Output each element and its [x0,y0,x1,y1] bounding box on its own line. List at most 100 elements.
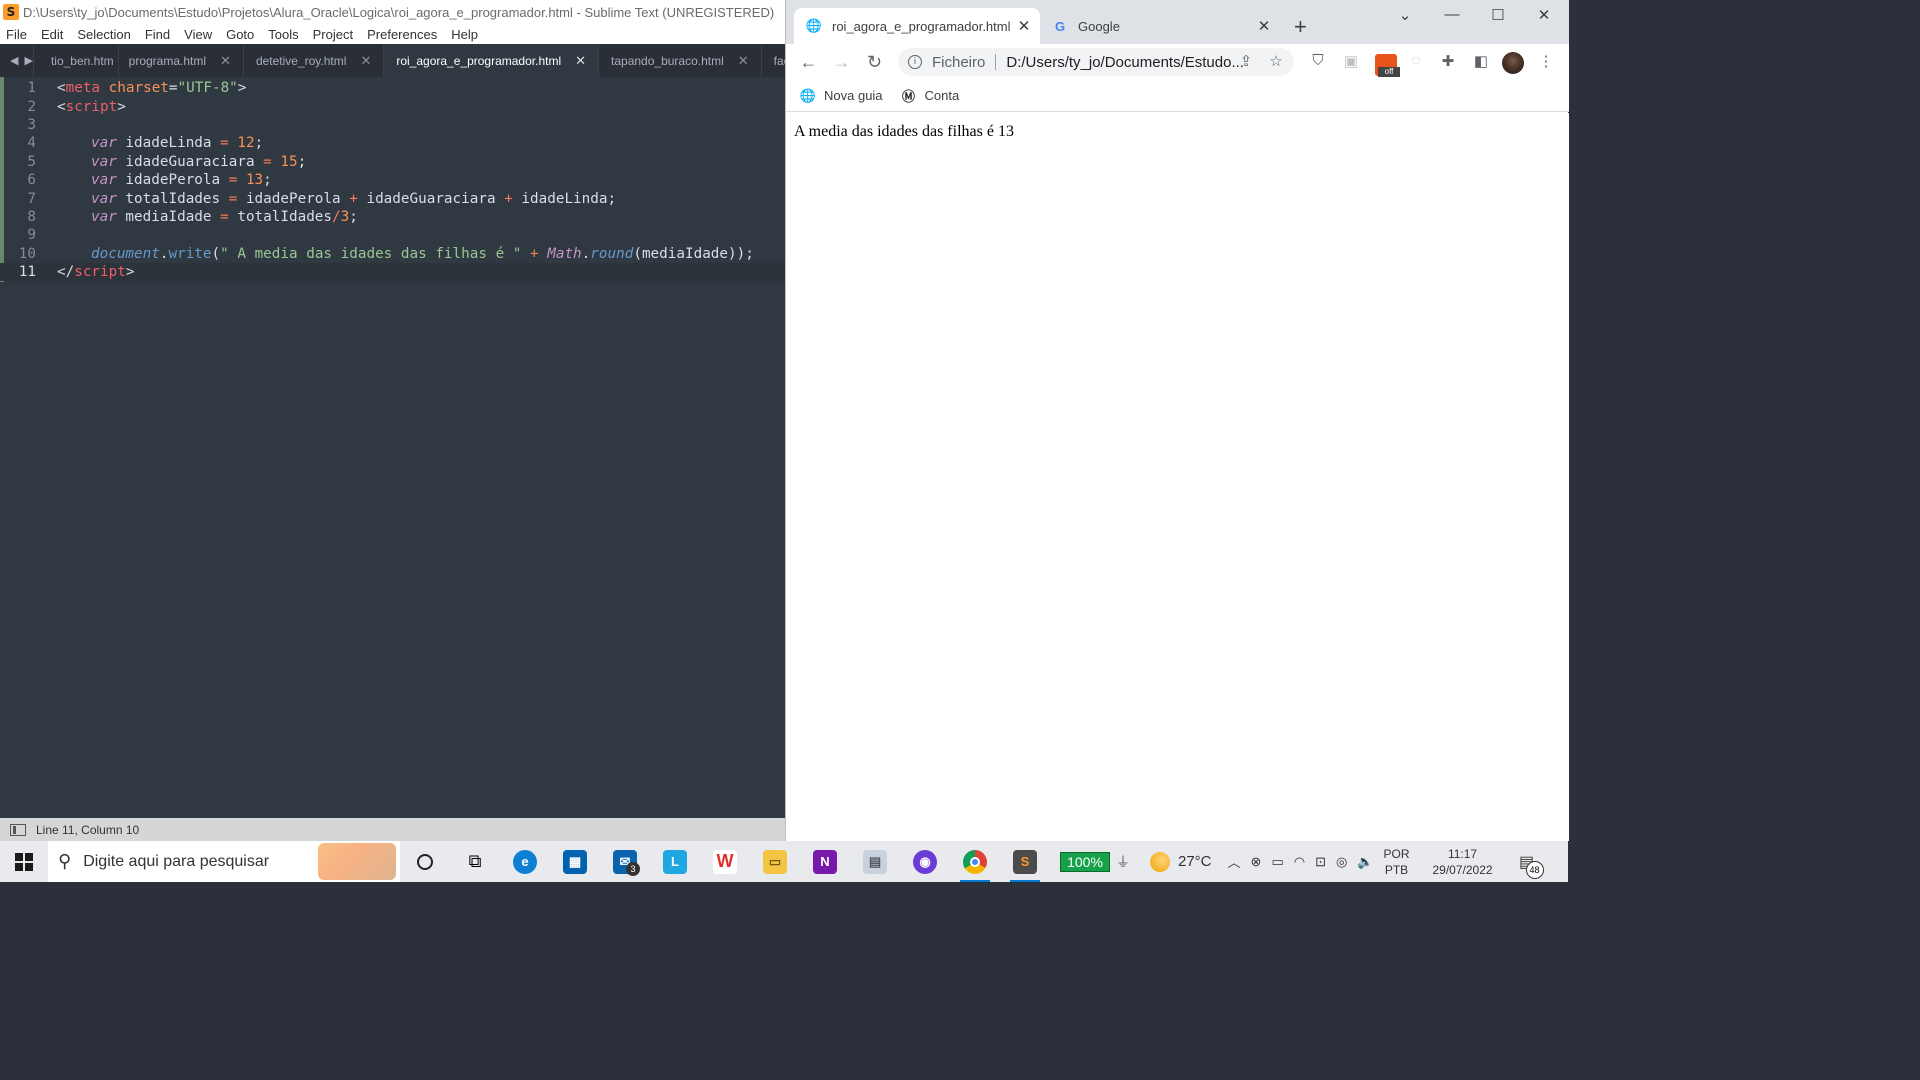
line-number: 4 [27,135,36,152]
edge-icon[interactable]: e [500,841,550,882]
back-icon[interactable]: ← [792,52,825,73]
close-icon[interactable]: ✕ [1012,17,1036,35]
address-bar[interactable]: i Ficheiro D:/Users/ty_jo/Documents/Estu… [898,48,1294,76]
taskbar-search[interactable]: ⚲ Digite aqui para pesquisar [48,841,400,882]
code-line: 5 var idadeGuaraciara = 15; [0,153,785,171]
sidebar-toggle-icon[interactable] [10,823,26,836]
bookmark-star-icon[interactable]: ☆ [1266,52,1286,70]
minimize-icon[interactable]: — [1429,6,1475,23]
battery-indicator[interactable]: 100% [1060,851,1110,872]
page-output-text: A media das idades das filhas é 13 [794,123,1014,140]
cortana-icon[interactable] [400,841,450,882]
battery-icon[interactable]: ▭ [1271,854,1283,870]
info-icon[interactable]: i [908,55,922,69]
file-explorer-icon[interactable]: ▭ [750,841,800,882]
code-editor[interactable]: 1 <meta charset="UTF-8"> 2 <script> 3 4 … [0,77,785,818]
code-line: 8 var mediaIdade = totalIdades/3; [0,208,785,226]
tab-search-icon[interactable]: ⌄ [1382,6,1428,24]
maximize-icon[interactable]: ☐ [1475,6,1521,24]
shield-extension-icon[interactable]: ⛉ [1308,52,1328,69]
bookmark-nova-guia[interactable]: 🌐 Nova guia [800,88,883,104]
line-number: 1 [27,80,36,97]
mail-icon[interactable]: ✉ 3 [600,841,650,882]
tab-next-icon[interactable]: ▶ [24,54,32,67]
google-icon: G [1054,18,1066,34]
l-app-icon[interactable]: L [650,841,700,882]
close-icon[interactable]: ✕ [360,53,371,69]
clock-date: 29/07/2022 [1432,862,1493,877]
menu-project[interactable]: Project [313,27,353,42]
messenger-icon[interactable]: ◉ [900,841,950,882]
webcam-icon[interactable]: ◎ [1336,854,1347,870]
close-icon[interactable]: ✕ [575,53,586,69]
menu-preferences[interactable]: Preferences [367,27,437,42]
chrome-tab-google[interactable]: G Google ✕ [1040,8,1280,44]
share-icon[interactable]: ⇪ [1236,52,1256,70]
tab-tapando-buraco[interactable]: tapando_buraco.html ✕ [598,44,761,77]
tab-tio-ben[interactable]: tio_ben.htm [32,44,118,77]
reload-icon[interactable]: ↻ [858,52,891,73]
forward-icon[interactable]: → [825,52,858,73]
menu-edit[interactable]: Edit [41,27,63,42]
chrome-tab-active[interactable]: 🌐 roi_agora_e_programador.html ✕ [794,8,1040,44]
menu-help[interactable]: Help [451,27,478,42]
extension-icon[interactable]: ◌ [1406,52,1426,69]
tab-detetive-roy[interactable]: detetive_roy.html ✕ [242,44,383,77]
start-button[interactable] [0,841,48,882]
weather-icon [1150,851,1170,872]
search-highlight-art [318,843,396,880]
avatar[interactable] [1502,52,1524,74]
wifi-icon[interactable]: ◠ [1294,854,1305,870]
weather-widget[interactable]: 27°C [1150,851,1212,872]
search-icon: ⚲ [58,851,72,871]
display-icon[interactable]: ⊡ [1315,854,1326,870]
close-icon[interactable]: ✕ [738,53,749,69]
network-error-icon[interactable]: ⊗ [1251,854,1262,870]
tab-programa[interactable]: programa.html ✕ [117,44,243,77]
bookmark-conta[interactable]: Ⓜ Conta [901,88,959,104]
puzzle-icon[interactable]: ✚ [1438,52,1458,70]
menu-selection[interactable]: Selection [77,27,130,42]
onenote-icon[interactable]: N [800,841,850,882]
menubar: File Edit Selection Find View Goto Tools… [0,24,785,44]
code-text: var mediaIdade = totalIdades/3; [91,208,358,225]
tab-bar: ◀ ▶ tio_ben.htm programa.html ✕ detetive_… [0,44,785,77]
sublime-icon[interactable]: S [1000,841,1050,882]
tab-prev-icon[interactable]: ◀ [10,54,18,67]
extension-icon[interactable]: ▣ [1341,52,1361,70]
chevron-up-icon[interactable]: ︿ [1228,852,1241,871]
window-close-icon[interactable]: ✕ [1521,6,1567,24]
tab-label: tapando_buraco.html [611,53,724,68]
menu-view[interactable]: View [184,27,212,42]
close-icon[interactable]: ✕ [220,53,231,69]
menu-find[interactable]: Find [145,27,170,42]
tab-facilitando[interactable]: facilitando_ [760,44,785,77]
chrome-tabstrip: 🌐 roi_agora_e_programador.html ✕ G Googl… [786,0,1569,44]
volume-icon[interactable]: 🔈 [1357,854,1373,870]
more-icon[interactable]: ⋮ [1536,52,1556,70]
task-view-icon[interactable]: ⧉ [450,841,500,882]
menu-tools[interactable]: Tools [268,27,298,42]
code-text: <script> [57,98,126,115]
tab-roi-agora-e-programador[interactable]: roi_agora_e_programador.html ✕ [383,44,599,77]
language-indicator[interactable]: POR PTB [1384,846,1410,878]
store-icon[interactable]: ▦ [550,841,600,882]
tab-label: roi_agora_e_programador.html [832,18,1011,34]
code-line: 7 var totalIdades = idadePerola + idadeG… [0,189,785,207]
line-number: 6 [27,172,36,189]
clock[interactable]: 11:17 29/07/2022 [1428,846,1498,878]
menu-goto[interactable]: Goto [226,27,254,42]
page-content: A media das idades das filhas é 13 [786,113,1569,841]
new-tab-icon[interactable]: + [1294,14,1307,40]
divider [995,54,997,70]
close-icon[interactable]: ✕ [1252,17,1276,35]
notification-center-icon[interactable]: ▤ 48 [1512,847,1544,879]
line-number: 5 [27,153,36,170]
chrome-window: 🌐 roi_agora_e_programador.html ✕ G Googl… [785,0,1569,841]
photos-icon[interactable]: ▤ [850,841,900,882]
chrome-icon[interactable] [950,841,1000,882]
side-panel-icon[interactable]: ◧ [1471,52,1491,70]
tab-navigation: ◀ ▶ [0,44,33,77]
wps-icon[interactable]: W [700,841,750,882]
menu-file[interactable]: File [6,27,27,42]
